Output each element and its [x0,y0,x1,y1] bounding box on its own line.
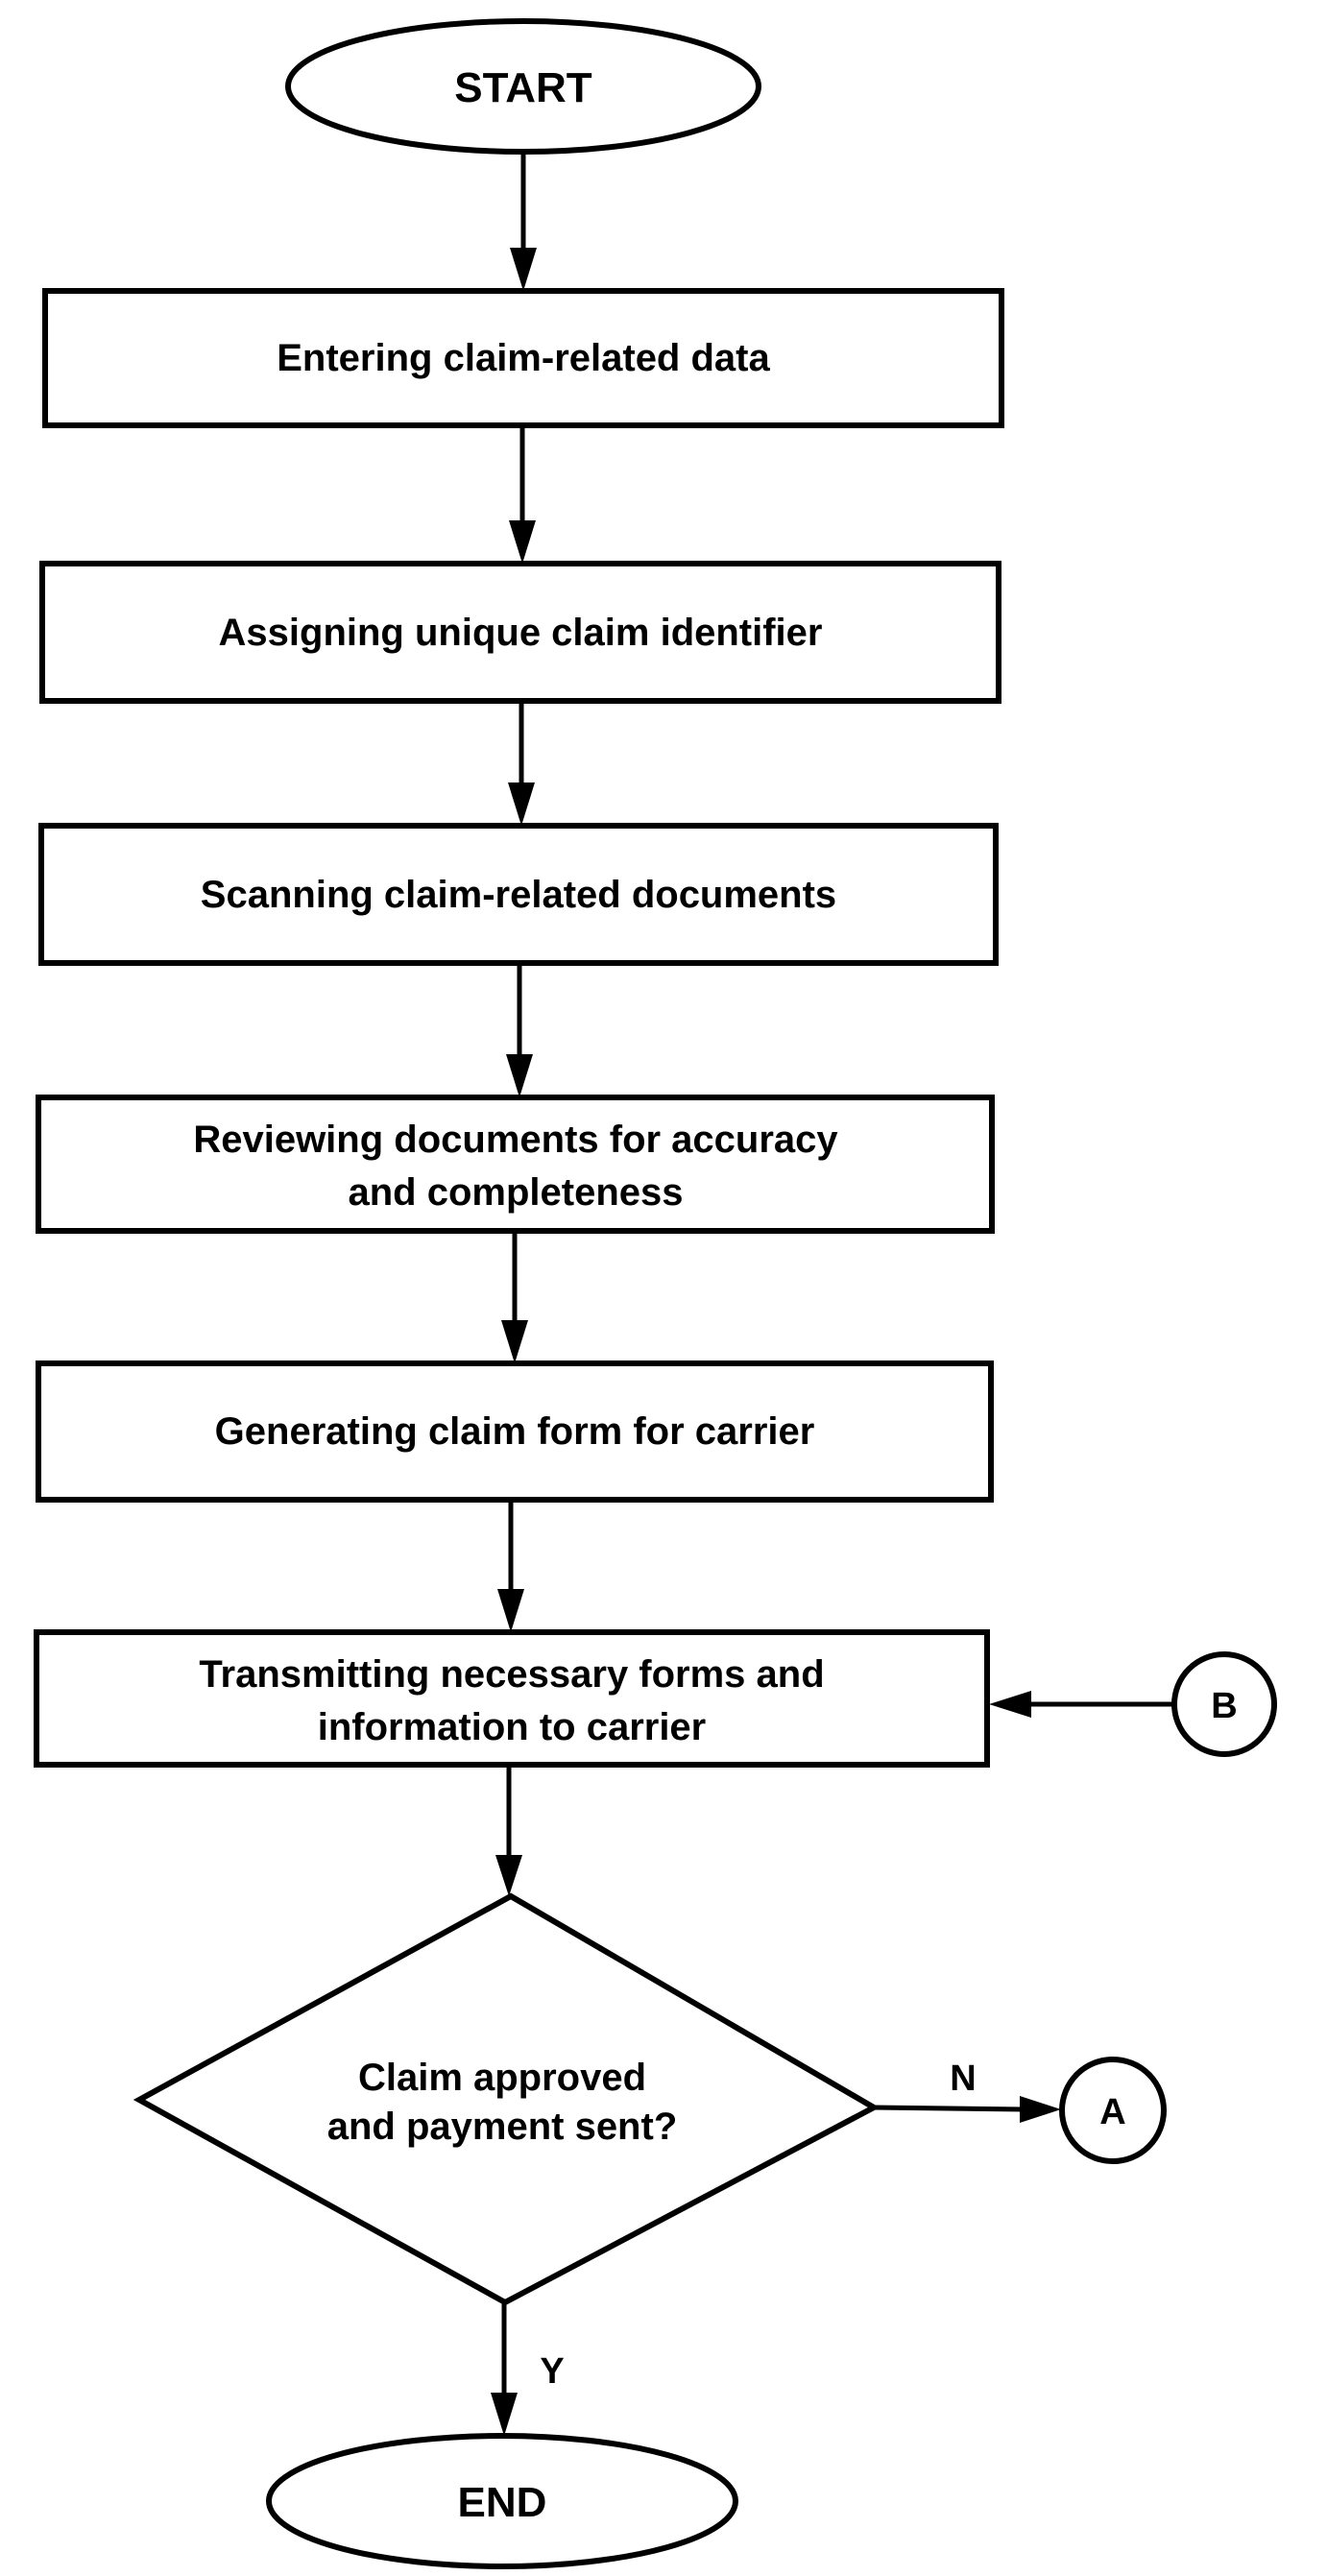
step-4-label-line-1: Reviewing documents for accuracy [193,1119,838,1161]
process-step-6: Transmitting necessary forms and informa… [34,1629,990,1768]
arrowhead-icon [495,1855,522,1896]
step-6-label-line-2: information to carrier [318,1706,707,1748]
start-terminator: START [285,18,761,155]
yes-label: Y [540,2351,564,2392]
connector-b-label: B [1211,1686,1237,1726]
step-3-label: Scanning claim-related documents [201,874,836,916]
arrowhead-icon [497,1589,524,1632]
step-1-label: Entering claim-related data [277,337,770,379]
decision-diamond: Claim approved and payment sent? [133,1892,881,2306]
connector-b[interactable]: B [1171,1651,1277,1757]
step-5-label: Generating claim form for carrier [215,1410,815,1453]
no-label: N [950,2058,976,2099]
connector-a[interactable]: A [1059,2057,1167,2164]
process-step-5: Generating claim form for carrier [36,1360,994,1503]
arrow-start-to-step-1 [510,152,537,291]
end-terminator: END [266,2433,738,2569]
flowchart-diagram: START Entering claim-related data Assign… [34,18,1277,2569]
process-step-3: Scanning claim-related documents [38,823,999,966]
decision-shape [133,1892,881,2306]
decision-label-line-2: and payment sent? [327,2106,678,2148]
arrowhead-icon [1020,2096,1061,2123]
arrow-step-1-to-step-2 [509,425,536,564]
arrow-step-6-to-decision [495,1765,522,1896]
arrowhead-icon [491,2393,518,2436]
decision-label-line-1: Claim approved [358,2057,646,2099]
arrowhead-icon [509,520,536,564]
process-step-1: Entering claim-related data [42,288,1004,428]
arrow-step-5-to-step-6 [497,1500,524,1632]
start-label: START [454,64,592,111]
arrowhead-icon [508,782,535,826]
process-step-4: Reviewing documents for accuracy and com… [36,1095,995,1234]
arrow-b-to-step-6 [989,1691,1174,1718]
branch-no: N [873,2058,1061,2123]
arrowhead-icon [501,1320,528,1363]
branch-yes: Y [491,2302,565,2436]
arrow-step-4-to-step-5 [501,1231,528,1363]
step-6-label-line-1: Transmitting necessary forms and [199,1653,824,1696]
arrowhead-icon [506,1054,533,1097]
arrow-step-3-to-step-4 [506,963,533,1097]
connector-a-label: A [1099,2092,1125,2132]
arrowhead-icon [510,248,537,291]
step-2-label: Assigning unique claim identifier [219,612,823,654]
arrow-step-2-to-step-3 [508,701,535,826]
flowchart-canvas: START Entering claim-related data Assign… [0,0,1327,2576]
end-label: END [458,2479,547,2526]
arrowhead-icon [989,1691,1031,1718]
step-4-label-line-2: and completeness [348,1171,683,1214]
process-step-2: Assigning unique claim identifier [39,561,1001,704]
